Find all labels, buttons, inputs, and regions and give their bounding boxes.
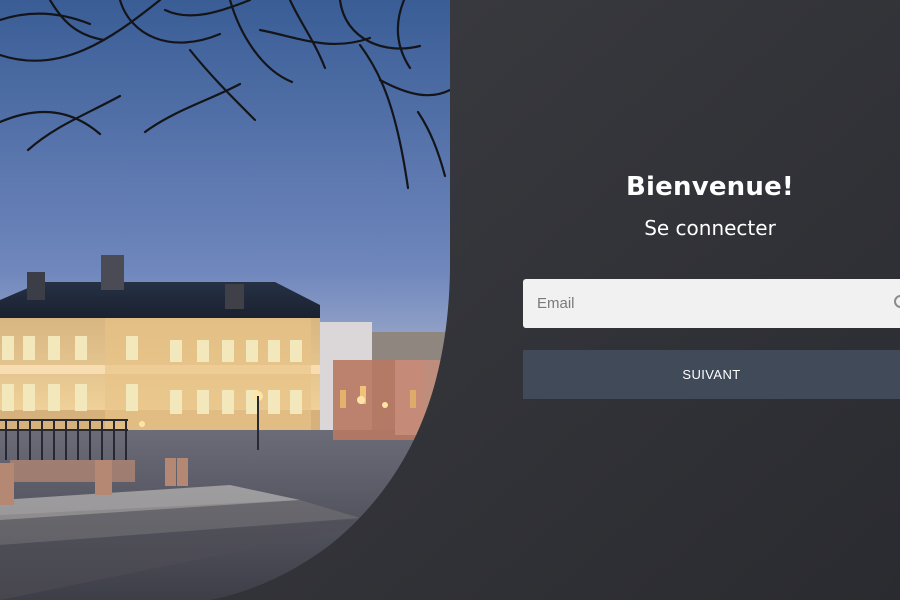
- login-panel: Bienvenue! Se connecter SUIVANT: [450, 0, 900, 600]
- email-field-container: [523, 279, 900, 328]
- email-field[interactable]: [523, 279, 900, 328]
- login-page: Bienvenue! Se connecter SUIVANT: [0, 0, 900, 600]
- next-button[interactable]: SUIVANT: [523, 350, 900, 399]
- search-icon: [894, 295, 900, 308]
- login-subtitle: Se connecter: [644, 216, 776, 240]
- page-title: Bienvenue!: [626, 172, 794, 202]
